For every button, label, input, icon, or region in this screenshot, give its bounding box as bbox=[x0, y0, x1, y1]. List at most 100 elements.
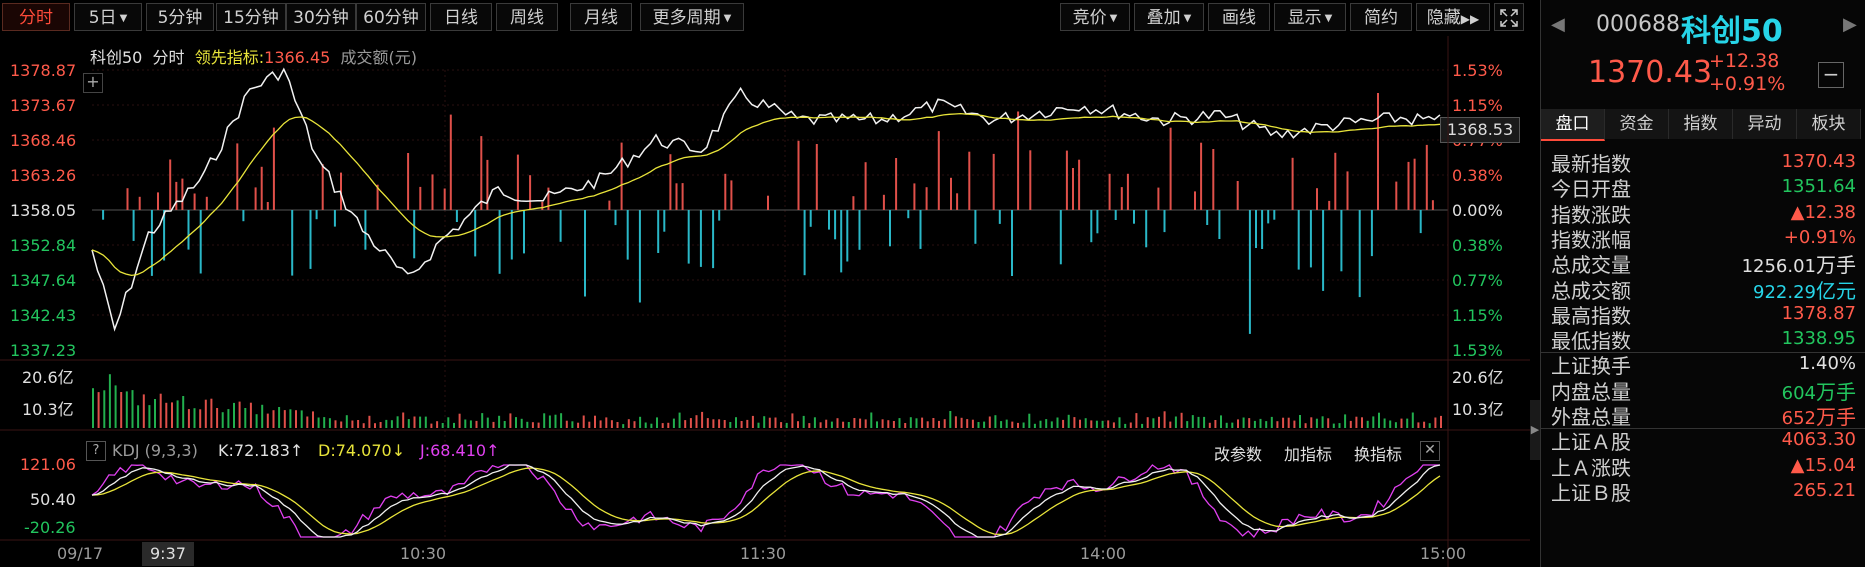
volume-bar bbox=[1045, 419, 1048, 428]
volume-bar bbox=[1417, 422, 1420, 428]
flow-bar bbox=[242, 210, 245, 222]
tab-orderbook[interactable]: 盘口 bbox=[1541, 109, 1605, 141]
quote-row-value: ▲15.04 bbox=[1791, 452, 1856, 476]
tab-anomaly[interactable]: 异动 bbox=[1733, 109, 1797, 139]
quote-row: 上证Ｂ股 265.21 bbox=[1551, 477, 1856, 507]
volume-bar bbox=[227, 409, 230, 428]
collapse-quote-button[interactable]: − bbox=[1818, 62, 1844, 88]
flow-bar bbox=[889, 210, 891, 247]
prev-stock-button[interactable]: ◀ bbox=[1551, 14, 1565, 35]
separator bbox=[1541, 428, 1865, 429]
flow-bar bbox=[138, 196, 141, 210]
add-indicator-button[interactable]: 加指标 bbox=[1284, 441, 1332, 465]
volume-bar bbox=[661, 423, 664, 428]
flow-bar bbox=[126, 188, 129, 210]
flow-bar bbox=[1316, 188, 1318, 210]
flow-bar bbox=[1340, 210, 1343, 272]
volume-bar bbox=[1112, 422, 1115, 428]
volume-bar bbox=[1090, 420, 1093, 428]
flow-bar bbox=[1346, 171, 1349, 210]
flow-bar bbox=[474, 210, 477, 257]
volume-bar bbox=[1163, 411, 1166, 428]
volume-bar bbox=[221, 412, 224, 428]
kdj-help-button[interactable]: ? bbox=[86, 441, 106, 461]
flow-bar bbox=[187, 210, 190, 250]
quote-row-value: ▲12.38 bbox=[1791, 199, 1856, 223]
close-icon: ✕ bbox=[1424, 442, 1436, 458]
volume-bar bbox=[876, 421, 878, 428]
quote-row-number: 1351.64 bbox=[1781, 176, 1856, 198]
time-tick: 10:30 bbox=[400, 544, 447, 563]
volume-bar bbox=[1146, 417, 1149, 428]
volume-bar bbox=[627, 419, 630, 428]
tab-capital[interactable]: 资金 bbox=[1605, 109, 1669, 139]
last-price: 1370.43 bbox=[1588, 55, 1713, 90]
volume-bar bbox=[560, 413, 563, 428]
volume-bar bbox=[323, 417, 326, 428]
flow-bar bbox=[699, 210, 702, 267]
volume-bar bbox=[751, 415, 754, 428]
volume-bar bbox=[1152, 418, 1155, 428]
volume-bar bbox=[1253, 420, 1256, 428]
flow-bar bbox=[169, 159, 172, 210]
volume-bar bbox=[577, 422, 580, 428]
volume-bar bbox=[272, 410, 275, 428]
flow-bar bbox=[157, 192, 159, 210]
flow-bar bbox=[614, 210, 617, 226]
flow-bar bbox=[925, 187, 928, 210]
flow-bar bbox=[803, 210, 806, 276]
flow-bar bbox=[724, 173, 727, 210]
volume-bar bbox=[1242, 417, 1245, 428]
volume-bar bbox=[475, 420, 478, 428]
quote-row-number: 4063.30 bbox=[1781, 429, 1856, 451]
kdj-axis-bottom: -20.26 bbox=[24, 518, 76, 537]
volume-bar bbox=[1349, 420, 1352, 428]
volume-bar bbox=[1073, 417, 1076, 428]
volume-bar bbox=[644, 422, 647, 428]
volume-bar bbox=[1276, 421, 1279, 428]
flow-bar bbox=[455, 210, 458, 222]
next-stock-button[interactable]: ▶ bbox=[1843, 14, 1857, 35]
flow-bar bbox=[1413, 158, 1416, 210]
kdj-axis-top: 121.06 bbox=[20, 455, 76, 474]
flow-bar bbox=[1096, 210, 1099, 234]
flow-bar bbox=[608, 200, 611, 210]
time-tick: 14:00 bbox=[1080, 544, 1127, 563]
volume-bar bbox=[244, 408, 247, 428]
volume-bar bbox=[881, 419, 884, 428]
volume-bar bbox=[1428, 423, 1431, 428]
flow-bar bbox=[974, 210, 977, 244]
volume-bar bbox=[729, 422, 732, 428]
close-indicator-button[interactable]: ✕ bbox=[1420, 441, 1440, 461]
volume-bar bbox=[283, 410, 286, 428]
switch-indicator-button[interactable]: 换指标 bbox=[1354, 441, 1402, 465]
chevron-right-icon: ▶ bbox=[1530, 423, 1540, 436]
change-params-button[interactable]: 改参数 bbox=[1214, 441, 1262, 465]
volume-bar bbox=[1394, 422, 1397, 428]
volume-bar bbox=[791, 413, 794, 428]
volume-bar bbox=[988, 416, 991, 428]
quote-row-number: 1338.95 bbox=[1781, 328, 1856, 350]
volume-bar bbox=[345, 415, 348, 428]
panel-collapse-handle[interactable]: ▶ bbox=[1530, 400, 1540, 460]
volume-bar bbox=[672, 418, 675, 428]
volume-bar bbox=[520, 418, 523, 428]
volume-bar bbox=[261, 404, 264, 428]
flow-bar bbox=[364, 210, 367, 250]
tab-index[interactable]: 指数 bbox=[1669, 109, 1733, 139]
volume-bar bbox=[949, 411, 952, 428]
volume-bar bbox=[368, 415, 371, 428]
quote-row-number: 1370.43 bbox=[1781, 151, 1856, 172]
volume-bar bbox=[746, 419, 749, 428]
tab-sector[interactable]: 板块 bbox=[1797, 109, 1861, 139]
volume-bar bbox=[238, 401, 241, 428]
flow-bar bbox=[626, 210, 629, 260]
flow-bar bbox=[1059, 210, 1062, 265]
quote-row-number: ▲12.38 bbox=[1790, 201, 1856, 223]
flow-bar bbox=[907, 210, 910, 219]
volume-bar bbox=[289, 409, 292, 428]
flow-bar bbox=[1291, 157, 1294, 210]
intraday-chart bbox=[0, 36, 1530, 567]
volume-bar bbox=[1197, 416, 1200, 428]
volume-bar bbox=[1022, 422, 1025, 428]
